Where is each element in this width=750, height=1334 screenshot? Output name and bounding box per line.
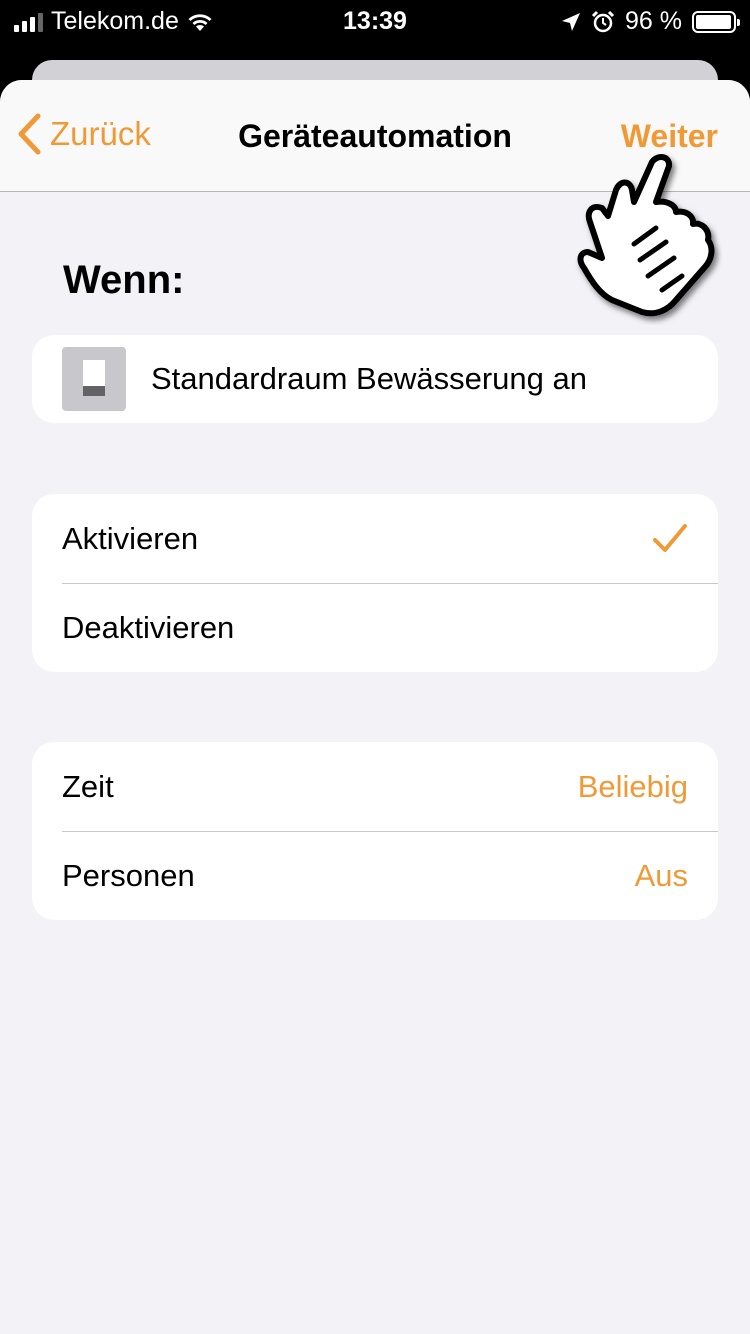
condition-people-row[interactable]: Personen Aus bbox=[32, 831, 718, 920]
section-title-when: Wenn: bbox=[63, 258, 185, 302]
trigger-device-label: Standardraum Bewässerung an bbox=[151, 361, 587, 396]
checkmark-icon bbox=[653, 523, 687, 552]
location-icon bbox=[562, 12, 581, 31]
action-options-card: Aktivieren Deaktivieren bbox=[32, 494, 718, 672]
trigger-card: Standardraum Bewässerung an bbox=[32, 335, 718, 423]
battery-percent: 96 % bbox=[625, 7, 682, 35]
back-button[interactable]: Zurück bbox=[16, 112, 151, 156]
next-button[interactable]: Weiter bbox=[621, 118, 718, 155]
condition-value: Beliebig bbox=[577, 768, 688, 804]
option-label: Aktivieren bbox=[62, 520, 199, 556]
chevron-left-icon bbox=[18, 113, 41, 155]
option-label: Deaktivieren bbox=[62, 609, 235, 645]
battery-icon bbox=[692, 10, 740, 33]
navigation-bar: Zurück Geräteautomation Weiter bbox=[0, 80, 750, 192]
condition-value: Aus bbox=[634, 857, 688, 893]
device-switch-icon bbox=[62, 347, 126, 411]
status-bar: Telekom.de 13:39 96 % bbox=[0, 0, 750, 44]
alarm-icon bbox=[591, 10, 615, 32]
option-activate[interactable]: Aktivieren bbox=[32, 494, 718, 583]
status-right: 96 % bbox=[561, 7, 740, 36]
condition-label: Zeit bbox=[62, 768, 114, 804]
conditions-card: Zeit Beliebig Personen Aus bbox=[32, 742, 718, 920]
back-button-label: Zurück bbox=[50, 115, 151, 152]
automation-sheet: Zurück Geräteautomation Weiter Wenn: Sta… bbox=[0, 80, 750, 1334]
trigger-device-row[interactable]: Standardraum Bewässerung an bbox=[32, 335, 718, 423]
condition-time-row[interactable]: Zeit Beliebig bbox=[32, 742, 718, 831]
condition-label: Personen bbox=[62, 857, 195, 893]
option-deactivate[interactable]: Deaktivieren bbox=[32, 583, 718, 672]
